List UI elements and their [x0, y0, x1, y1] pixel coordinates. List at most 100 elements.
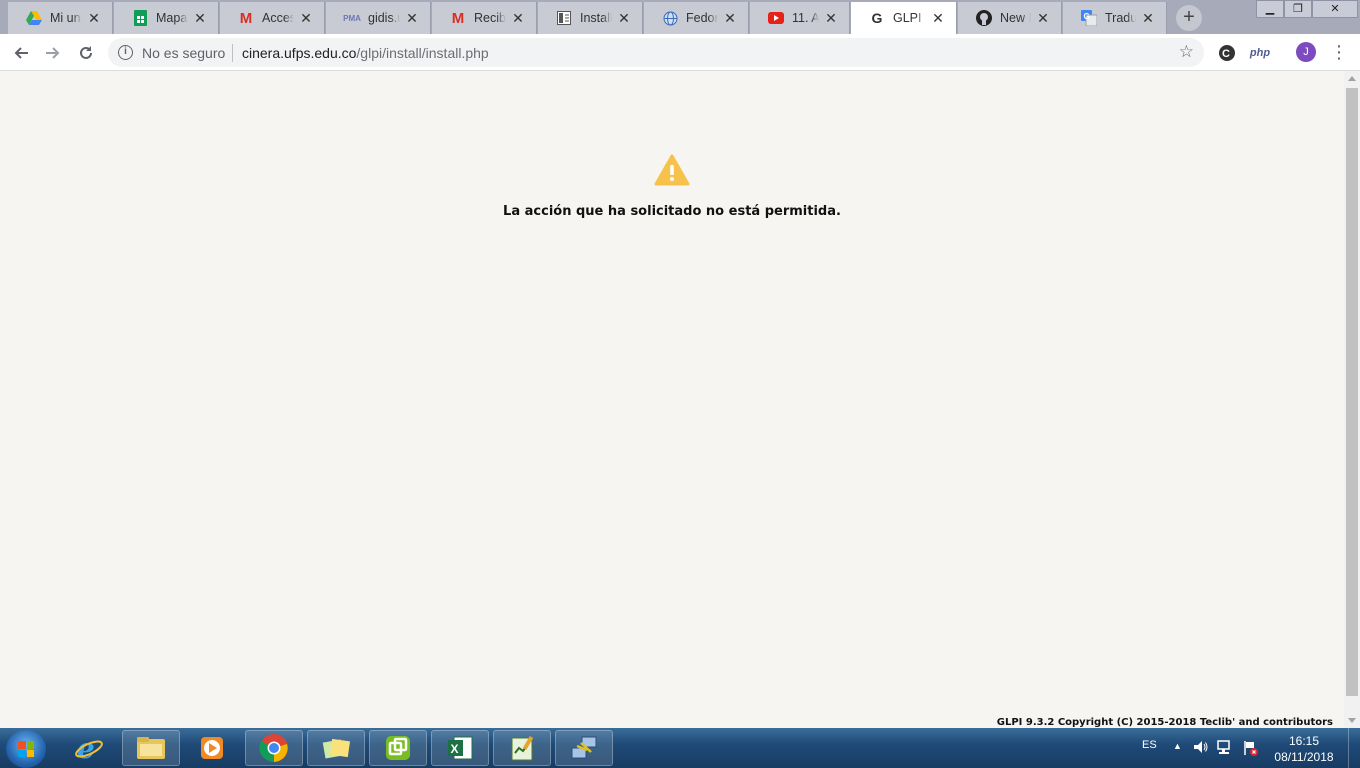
tab-youtube[interactable]: 11. Atu ✕ [750, 2, 850, 34]
language-indicator[interactable]: ES [1142, 739, 1157, 751]
close-icon[interactable]: ✕ [616, 10, 632, 26]
restore-button[interactable]: ❐ [1284, 0, 1312, 18]
show-desktop-button[interactable] [1348, 728, 1360, 768]
clock-date: 08/11/2018 [1274, 750, 1334, 764]
sticky-notes-icon [322, 738, 351, 759]
new-tab-button[interactable]: + [1176, 5, 1202, 31]
taskbar: e X ES ▲ 16:15 08/11/2018 [0, 728, 1360, 768]
gmail-icon: M [239, 9, 253, 27]
scrollbar[interactable] [1344, 71, 1360, 728]
taskbar-file-explorer[interactable] [122, 730, 180, 766]
avatar[interactable]: J [1296, 42, 1316, 62]
show-hidden-icons-icon[interactable]: ▲ [1173, 741, 1182, 751]
security-label[interactable]: No es seguro [142, 45, 225, 61]
close-icon[interactable]: ✕ [86, 10, 102, 26]
page-icon [556, 10, 572, 26]
tab-title: Mi unid [50, 11, 82, 25]
url-text[interactable]: cinera.ufps.edu.co/glpi/install/install.… [242, 45, 489, 61]
tab-install[interactable]: Install v ✕ [538, 2, 643, 34]
tab-title: Recibid [474, 11, 506, 25]
tab-title: New Iss [1000, 11, 1031, 25]
tab-title: Fedora [686, 11, 718, 25]
google-drive-icon [26, 10, 42, 26]
tab-gmail-acceso[interactable]: M Acceso ✕ [220, 2, 325, 34]
close-icon[interactable]: ✕ [192, 10, 208, 26]
close-window-button[interactable]: ✕ [1312, 0, 1358, 18]
globe-icon [662, 10, 678, 26]
bookmark-star-icon[interactable]: ☆ [1179, 42, 1194, 62]
url-path: /glpi/install/install.php [356, 45, 489, 61]
menu-icon[interactable]: ⋮ [1330, 40, 1348, 64]
tab-fedora[interactable]: Fedora ✕ [644, 2, 749, 34]
tab-github[interactable]: New Iss ✕ [958, 2, 1062, 34]
warning-icon [654, 154, 690, 191]
error-message: La acción que ha solicitado no está perm… [503, 204, 841, 219]
glpi-footer: GLPI 9.3.2 Copyright (C) 2015-2018 Tecli… [996, 717, 1333, 728]
tab-drive[interactable]: Mi unid ✕ [8, 2, 113, 34]
tab-title: Mapa d [156, 11, 188, 25]
close-icon[interactable]: ✕ [823, 10, 839, 26]
close-icon[interactable]: ✕ [510, 10, 526, 26]
gmail-icon: M [451, 9, 465, 27]
network-icon[interactable] [1217, 740, 1233, 758]
tab-translate[interactable]: G Traduct ✕ [1063, 2, 1167, 34]
taskbar-media-player[interactable] [183, 730, 241, 766]
tab-strip: Mi unid ✕ Mapa d ✕ M Acceso ✕ PMA gidis.… [0, 0, 1360, 34]
taskbar-excel[interactable]: X [431, 730, 489, 766]
folder-icon [137, 737, 165, 759]
taskbar-vmware[interactable] [369, 730, 427, 766]
scroll-down-arrow[interactable] [1348, 718, 1356, 723]
start-button[interactable] [6, 730, 46, 768]
tab-title: Install v [580, 11, 612, 25]
system-clock[interactable]: 16:15 08/11/2018 [1266, 733, 1342, 765]
internet-explorer-icon: e [75, 733, 103, 763]
close-icon[interactable]: ✕ [1035, 10, 1051, 26]
google-sheets-icon [132, 10, 148, 26]
close-icon[interactable]: ✕ [1140, 10, 1156, 26]
address-bar[interactable]: i No es seguro cinera.ufps.edu.co/glpi/i… [108, 38, 1204, 67]
taskbar-script-editor[interactable] [493, 730, 551, 766]
taskbar-sticky-notes[interactable] [307, 730, 365, 766]
network-tool-icon [571, 736, 597, 759]
back-button[interactable] [8, 40, 34, 66]
action-center-flag-icon[interactable] [1242, 740, 1258, 759]
taskbar-internet-explorer[interactable]: e [60, 730, 118, 766]
arrow-left-icon [14, 47, 28, 59]
close-icon[interactable]: ✕ [298, 10, 314, 26]
youtube-icon [768, 10, 784, 26]
tab-title: Acceso [262, 11, 294, 25]
tab-title: 11. Atu [792, 11, 819, 25]
svg-text:X: X [451, 742, 459, 756]
tab-gmail-recibidos[interactable]: M Recibid ✕ [432, 2, 537, 34]
github-icon [976, 10, 992, 26]
taskbar-network-tool[interactable] [555, 730, 613, 766]
php-extension-button[interactable]: php [1246, 42, 1274, 64]
reload-icon [80, 46, 92, 59]
pma-icon: PMA [343, 13, 361, 23]
tab-glpi[interactable]: G GLPI - A ✕ [851, 2, 957, 34]
taskbar-chrome[interactable] [245, 730, 303, 766]
extension-button[interactable]: C [1216, 42, 1238, 64]
windows-logo-icon [18, 741, 34, 757]
vmware-icon [386, 736, 410, 760]
tab-phpmyadmin[interactable]: PMA gidis.uf ✕ [326, 2, 431, 34]
reload-button[interactable] [73, 40, 99, 66]
scroll-up-arrow[interactable] [1348, 76, 1356, 81]
close-icon[interactable]: ✕ [404, 10, 420, 26]
excel-icon: X [448, 736, 473, 760]
glpi-icon: G [871, 10, 883, 26]
chrome-icon [259, 734, 288, 762]
scroll-thumb[interactable] [1346, 88, 1358, 696]
close-icon[interactable]: ✕ [722, 10, 738, 26]
url-host: cinera.ufps.edu.co [242, 45, 357, 61]
forward-button[interactable] [40, 40, 66, 66]
minimize-button[interactable]: ▁ [1256, 0, 1284, 18]
tab-title: GLPI - A [893, 11, 926, 25]
tab-title: gidis.uf [368, 11, 400, 25]
info-icon[interactable]: i [118, 45, 133, 60]
close-icon[interactable]: ✕ [930, 10, 946, 26]
tab-sheets[interactable]: Mapa d ✕ [114, 2, 219, 34]
volume-icon[interactable] [1193, 739, 1209, 758]
media-player-icon [201, 737, 223, 759]
divider [232, 44, 233, 62]
